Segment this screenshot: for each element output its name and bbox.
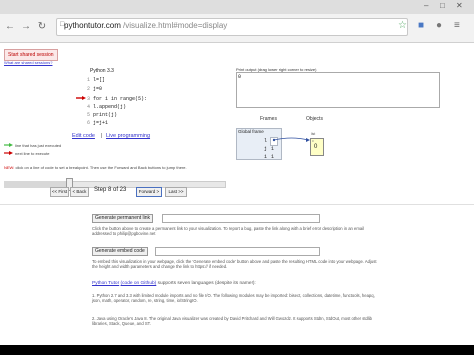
first-button[interactable]: << First	[50, 187, 69, 197]
list-value: 0	[314, 144, 318, 150]
print-output-text: 0	[238, 74, 242, 80]
code-line[interactable]: for i in range(5):	[93, 96, 147, 102]
back-button[interactable]: < Back	[70, 187, 89, 197]
embed-code-help: To embed this visualization in your webp…	[92, 259, 377, 270]
legend-next: next line to execute	[15, 151, 50, 156]
print-output-box[interactable]	[236, 72, 440, 108]
github-link[interactable]: (code on Github)	[121, 281, 157, 286]
pointer-arrow-icon	[272, 137, 310, 142]
line-number[interactable]: 6	[87, 120, 90, 126]
embed-code-field[interactable]	[155, 247, 320, 256]
line-number[interactable]: 4	[87, 104, 90, 110]
var-name: l	[264, 138, 268, 144]
forward-arrow-icon[interactable]: →	[20, 21, 32, 33]
forward-button[interactable]: Forward >	[136, 187, 162, 197]
edit-code-link[interactable]: Edit code	[72, 133, 95, 139]
code-line[interactable]: print(j)	[93, 112, 117, 118]
line-number[interactable]: 2	[87, 86, 90, 92]
permanent-link-field[interactable]	[162, 214, 320, 223]
code-line[interactable]: l=[]	[93, 77, 105, 83]
language-item-java: 2. Java using Oracle's Java 8. The origi…	[92, 316, 373, 327]
supports-text: supports seven languages (despite its na…	[157, 281, 256, 286]
close-icon[interactable]: ✕	[456, 1, 463, 10]
permanent-link-help: Click the button above to create a perma…	[92, 226, 365, 237]
languages-line: Python Tutor (code on Github) supports s…	[92, 281, 256, 286]
list-label: list	[311, 132, 316, 136]
url-host: pythontutor.com	[64, 21, 121, 30]
hint-text: click on a line of code to set a breakpo…	[14, 165, 187, 170]
var-name: i	[264, 154, 268, 160]
letterbox-bottom	[0, 345, 474, 355]
generate-permanent-link-button[interactable]: Generate permanent link	[92, 214, 154, 223]
legend-executed: line that has just executed	[15, 143, 62, 148]
global-frame-label: Global frame	[238, 129, 264, 134]
hint-new-label: NEW:	[4, 165, 15, 170]
screen: – □ ✕ ← → ↻ □ pythontutor.com /visualize…	[0, 0, 474, 355]
next-line-arrow-icon	[76, 96, 86, 100]
tab-strip	[0, 0, 474, 14]
reload-icon[interactable]: ↻	[36, 21, 48, 33]
next-arrow-icon	[4, 151, 13, 155]
generate-embed-code-button[interactable]: Generate embed code	[92, 247, 148, 256]
frames-header: Frames	[260, 116, 277, 122]
link-separator: |	[101, 133, 103, 139]
shared-sessions-link[interactable]: What are shared sessions?	[4, 60, 52, 65]
code-line[interactable]: j=j+1	[93, 120, 108, 126]
code-line[interactable]: j=0	[93, 86, 102, 92]
back-arrow-icon[interactable]: ←	[4, 21, 16, 33]
last-button[interactable]: Last >>	[165, 187, 187, 197]
maximize-icon[interactable]: □	[440, 1, 445, 10]
python-tutor-link[interactable]: Python Tutor	[92, 281, 119, 286]
star-icon[interactable]: ☆	[398, 20, 407, 31]
objects-header: Objects	[306, 116, 323, 122]
url-path: /visualize.html#mode=display	[123, 21, 228, 30]
var-value: 1	[271, 146, 275, 152]
line-number[interactable]: 5	[87, 112, 90, 118]
live-programming-link[interactable]: Live programming	[106, 133, 150, 139]
minimize-icon[interactable]: –	[424, 1, 428, 10]
divider	[0, 204, 474, 205]
line-number[interactable]: 1	[87, 77, 90, 83]
person-icon[interactable]: ●	[436, 20, 442, 31]
extension-icon[interactable]: ■	[418, 20, 424, 31]
line-number[interactable]: 3	[87, 96, 90, 102]
list-index: 0	[312, 139, 314, 143]
language-item-python: 1. Python 2.7 and 3.3 with limited modul…	[92, 293, 375, 304]
executed-arrow-icon	[4, 143, 13, 147]
var-name: j	[264, 146, 268, 152]
menu-icon[interactable]: ≡	[454, 20, 460, 31]
var-value: 1	[271, 154, 275, 160]
step-counter: Step 8 of 23	[94, 187, 127, 193]
language-label: Python 3.3	[90, 68, 114, 74]
breakpoint-hint: NEW: click on a line of code to set a br…	[4, 165, 224, 170]
code-line[interactable]: l.append(j)	[93, 104, 126, 110]
